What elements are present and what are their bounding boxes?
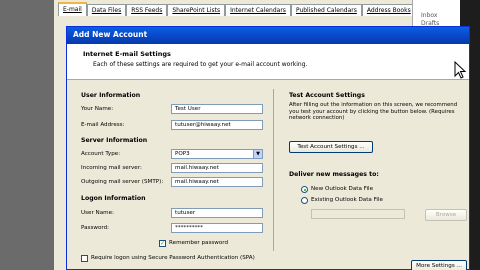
tab-rss-feeds[interactable]: RSS Feeds	[126, 4, 168, 16]
existing-data-file-label: Existing Outlook Data File	[311, 197, 383, 203]
dialog-title: Add New Account	[73, 30, 148, 39]
test-account-settings-button[interactable]: Test Account Settings ...	[289, 141, 373, 153]
password-input[interactable]: **********	[171, 223, 263, 233]
your-name-input[interactable]: Test User	[171, 104, 263, 114]
user-info-heading: User Information	[81, 92, 141, 99]
browse-button[interactable]: Browse	[425, 209, 467, 221]
test-settings-description: After filling out the information on thi…	[289, 102, 458, 122]
outgoing-server-input[interactable]: mail.hiwaay.net	[171, 177, 263, 187]
dialog-body: User Information Your Name: Test User E-…	[67, 81, 469, 270]
incoming-server-input[interactable]: mail.hiwaay.net	[171, 163, 263, 173]
header-description: Each of these settings are required to g…	[93, 61, 308, 68]
new-data-file-label: New Outlook Data File	[311, 186, 374, 192]
tab-internet-calendars[interactable]: Internet Calendars	[225, 4, 291, 16]
mouse-cursor-icon	[453, 60, 467, 83]
tab-sharepoint-lists[interactable]: SharePoint Lists	[167, 4, 226, 16]
outgoing-server-label: Outgoing mail server (SMTP):	[81, 179, 164, 185]
username-label: User Name:	[81, 210, 114, 216]
spa-checkbox[interactable]	[81, 255, 88, 262]
dialog-header: Internet E-mail Settings Each of these s…	[67, 44, 469, 80]
test-settings-heading: Test Account Settings	[289, 92, 365, 99]
account-type-label: Account Type:	[81, 151, 121, 157]
tab-data-files[interactable]: Data Files	[86, 4, 127, 16]
incoming-server-label: Incoming mail server:	[81, 165, 142, 171]
remember-password-label: Remember password	[169, 240, 229, 246]
deliver-heading: Deliver new messages to:	[289, 171, 379, 178]
header-title: Internet E-mail Settings	[83, 50, 171, 58]
folder-inbox[interactable]: Inbox	[421, 12, 437, 19]
column-divider	[273, 89, 274, 251]
email-address-label: E-mail Address:	[81, 122, 125, 128]
tab-email[interactable]: E-mail	[58, 2, 87, 16]
account-type-select[interactable]: POP3 ▼	[171, 149, 263, 159]
more-settings-button[interactable]: More Settings ...	[411, 260, 467, 270]
chevron-down-icon[interactable]: ▼	[253, 150, 262, 158]
dialog-titlebar[interactable]: Add New Account	[67, 27, 469, 44]
add-new-account-dialog: Add New Account Internet E-mail Settings…	[66, 26, 470, 270]
existing-data-file-radio[interactable]	[301, 197, 308, 204]
username-input[interactable]: tutuser	[171, 208, 263, 218]
password-label: Password:	[81, 225, 110, 231]
logon-info-heading: Logon Information	[81, 195, 146, 202]
tab-address-books[interactable]: Address Books	[361, 4, 416, 16]
spa-label: Require logon using Secure Password Auth…	[91, 255, 255, 261]
account-type-value: POP3	[175, 151, 190, 157]
new-data-file-radio[interactable]	[301, 186, 308, 193]
your-name-label: Your Name:	[81, 106, 114, 112]
remember-password-checkbox[interactable]: ✓	[159, 240, 166, 247]
tab-published-calendars[interactable]: Published Calendars	[290, 4, 362, 16]
account-tabs: E-mail Data Files RSS Feeds SharePoint L…	[58, 2, 416, 16]
server-info-heading: Server Information	[81, 137, 148, 144]
email-address-input[interactable]: tutuser@hiwaay.net	[171, 120, 263, 130]
existing-data-file-input[interactable]	[311, 209, 405, 219]
